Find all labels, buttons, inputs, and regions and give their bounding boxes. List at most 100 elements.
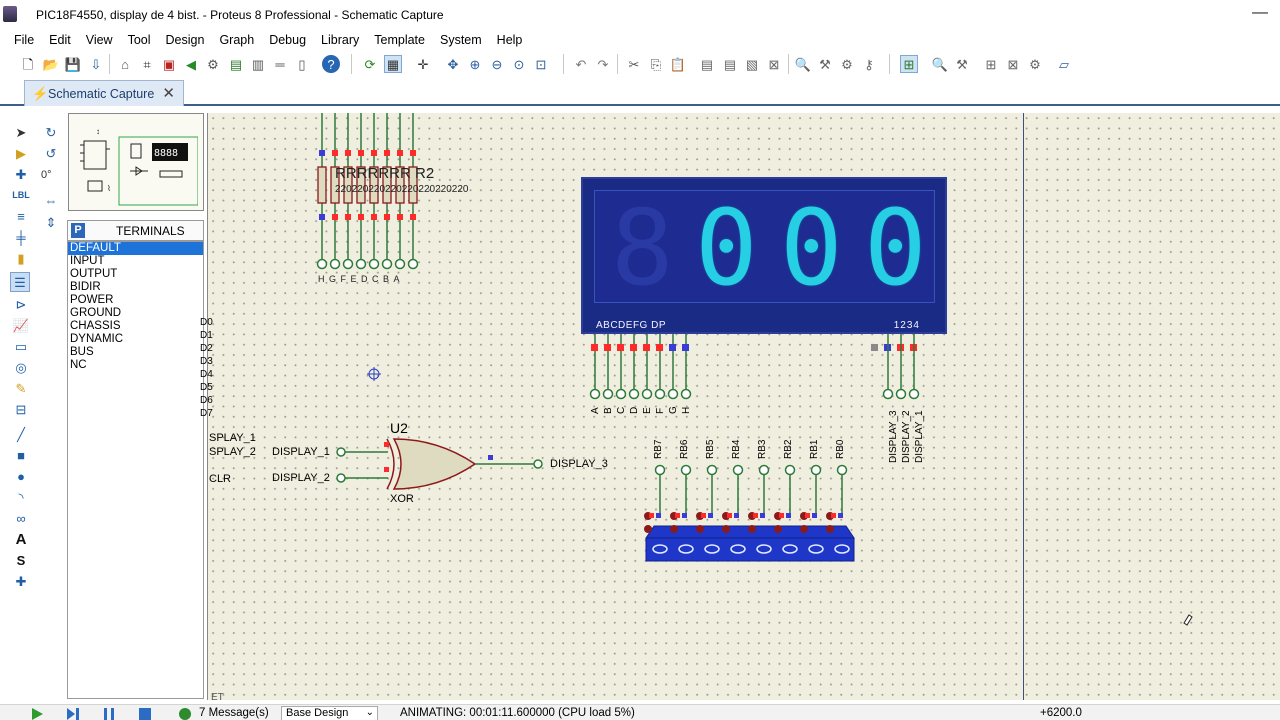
terminals-mode-icon[interactable]: ☰: [10, 272, 30, 292]
mirror-vertical-icon[interactable]: ⇕: [41, 212, 61, 232]
subcircuit-icon[interactable]: ▮: [11, 248, 31, 268]
marker-tool-icon[interactable]: ✚: [11, 571, 31, 591]
pick-device-icon[interactable]: 🔍: [794, 55, 812, 73]
open-folder-icon[interactable]: 📂: [42, 55, 60, 73]
wire-label-icon[interactable]: LBL: [11, 185, 31, 205]
terminal-item-bidir[interactable]: BIDIR: [68, 281, 203, 294]
menu-library[interactable]: Library: [313, 31, 366, 51]
terminal-item-ground[interactable]: GROUND: [68, 307, 203, 320]
pcb-icon[interactable]: ▣: [160, 55, 178, 73]
wire-autorouter-icon[interactable]: ⊞: [900, 55, 918, 73]
schematic-icon[interactable]: ⌗: [138, 55, 156, 73]
play-button[interactable]: [30, 707, 44, 720]
notes-icon[interactable]: ▯: [293, 55, 311, 73]
bus-icon[interactable]: ╪: [11, 227, 31, 247]
dip-switch[interactable]: [644, 464, 855, 562]
zoom-area-icon[interactable]: ⊡: [532, 55, 550, 73]
text-tool-icon[interactable]: A: [11, 529, 31, 549]
package-tool-icon[interactable]: ⚙: [838, 55, 856, 73]
gerber-icon[interactable]: ⚙: [204, 55, 222, 73]
undo-icon[interactable]: ↶: [572, 55, 590, 73]
search-tag-icon[interactable]: 🔍: [931, 55, 949, 73]
save-icon[interactable]: 💾: [64, 55, 82, 73]
menu-debug[interactable]: Debug: [261, 31, 313, 51]
block-delete-icon[interactable]: ⊠: [765, 55, 783, 73]
terminal-item-bus[interactable]: BUS: [68, 346, 203, 359]
mirror-horizontal-icon[interactable]: ⇔: [41, 190, 61, 210]
rotation-readout[interactable]: 0°: [41, 169, 52, 181]
box-tool-icon[interactable]: ■: [11, 445, 31, 465]
component-mode-icon[interactable]: ▶: [11, 143, 31, 163]
remove-sheet-icon[interactable]: ⊠: [1004, 55, 1022, 73]
menu-view[interactable]: View: [78, 31, 120, 51]
symbol-tool-icon[interactable]: S: [11, 550, 31, 570]
home-icon[interactable]: ⌂: [116, 55, 134, 73]
cut-icon[interactable]: ✂: [625, 55, 643, 73]
graph-mode-icon[interactable]: 📈: [11, 315, 31, 335]
grid-icon[interactable]: ▦: [384, 55, 402, 73]
help-icon[interactable]: ?: [322, 55, 340, 73]
close-tab-icon[interactable]: ✕: [162, 84, 175, 102]
menu-file[interactable]: File: [0, 31, 41, 51]
step-button[interactable]: [66, 707, 80, 720]
design-variant-select[interactable]: Base Design ⌄: [281, 706, 378, 720]
import-icon[interactable]: ⇩: [87, 55, 105, 73]
schematic-canvas[interactable]: RRRRRRR R2 220220220220220220220220 HGFE…: [200, 113, 1280, 703]
property-assignment-icon[interactable]: ⚒: [953, 55, 971, 73]
arc-tool-icon[interactable]: ◝: [11, 487, 31, 507]
terminal-item-dynamic[interactable]: DYNAMIC: [68, 333, 203, 346]
make-device-icon[interactable]: ⚒: [816, 55, 834, 73]
menu-design[interactable]: Design: [158, 31, 212, 51]
block-rotate-icon[interactable]: ▧: [743, 55, 761, 73]
terminal-item-default[interactable]: DEFAULT: [68, 242, 203, 255]
paste-icon[interactable]: 📋: [669, 55, 687, 73]
device-pins-icon[interactable]: ⊳: [11, 294, 31, 314]
xor-gate[interactable]: [336, 438, 543, 490]
menu-help[interactable]: Help: [489, 31, 530, 51]
menu-edit[interactable]: Edit: [41, 31, 78, 51]
circle-tool-icon[interactable]: ●: [11, 466, 31, 486]
tab-schematic-capture[interactable]: ⚡ Schematic Capture ✕: [24, 80, 184, 106]
menu-template[interactable]: Template: [366, 31, 432, 51]
3d-view-icon[interactable]: ◀: [182, 55, 200, 73]
selection-mode-icon[interactable]: ➤: [11, 122, 31, 142]
junction-dot-icon[interactable]: ✚: [11, 164, 31, 184]
rotate-cw-icon[interactable]: ↻: [41, 122, 61, 142]
goto-sheet-icon[interactable]: ⚙: [1026, 55, 1044, 73]
text-script-icon[interactable]: ≡: [11, 206, 31, 226]
menu-graph[interactable]: Graph: [211, 31, 261, 51]
zoom-out-icon[interactable]: ⊖: [488, 55, 506, 73]
terminal-item-chassis[interactable]: CHASSIS: [68, 320, 203, 333]
pan-icon[interactable]: ✥: [444, 55, 462, 73]
message-count[interactable]: 7 Message(s): [199, 707, 269, 720]
redo-icon[interactable]: ↷: [594, 55, 612, 73]
block-copy-icon[interactable]: ▤: [698, 55, 716, 73]
stop-button[interactable]: [138, 707, 152, 720]
pause-button[interactable]: [102, 707, 116, 720]
menu-system[interactable]: System: [432, 31, 489, 51]
terminal-item-output[interactable]: OUTPUT: [68, 268, 203, 281]
refresh-icon[interactable]: ⟳: [361, 55, 379, 73]
path-tool-icon[interactable]: ∞: [11, 508, 31, 528]
pick-terminal-button[interactable]: P: [71, 223, 85, 238]
probe-icon[interactable]: ✎: [11, 378, 31, 398]
netlist-icon[interactable]: ▱: [1055, 55, 1073, 73]
terminal-item-power[interactable]: POWER: [68, 294, 203, 307]
menu-tool[interactable]: Tool: [120, 31, 158, 51]
zoom-in-icon[interactable]: ⊕: [466, 55, 484, 73]
copy-icon[interactable]: ⎘: [647, 55, 665, 73]
virtual-instrument-icon[interactable]: ⊟: [11, 399, 31, 419]
block-move-icon[interactable]: ▤: [721, 55, 739, 73]
terminal-item-input[interactable]: INPUT: [68, 255, 203, 268]
tape-recorder-icon[interactable]: ▭: [11, 336, 31, 356]
origin-icon[interactable]: ✛: [414, 55, 432, 73]
line-tool-icon[interactable]: ╱: [11, 424, 31, 444]
minimize-button[interactable]: —: [1252, 4, 1268, 22]
rotate-ccw-icon[interactable]: ↺: [41, 143, 61, 163]
terminal-item-nc[interactable]: NC: [68, 359, 203, 372]
decompose-icon[interactable]: ⚷: [860, 55, 878, 73]
overview-window[interactable]: 8888 ↕ ⌇: [68, 113, 204, 211]
zoom-all-icon[interactable]: ⊙: [510, 55, 528, 73]
design-explorer-icon[interactable]: ▤: [227, 55, 245, 73]
new-sheet-icon[interactable]: ⊞: [982, 55, 1000, 73]
